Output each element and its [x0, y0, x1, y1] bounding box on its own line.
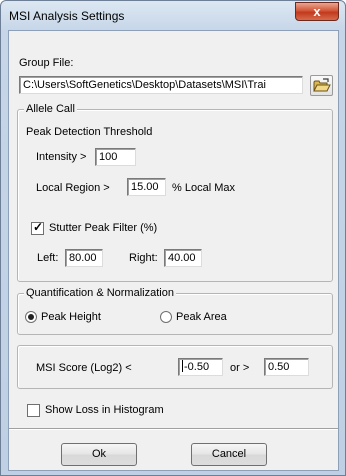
- group-file-label: Group File:: [19, 57, 74, 69]
- local-max-label: % Local Max: [172, 182, 235, 194]
- peak-height-radio[interactable]: [25, 311, 37, 323]
- stutter-left-label: Left:: [37, 252, 59, 264]
- peak-area-label: Peak Area: [176, 311, 227, 323]
- intensity-label: Intensity >: [36, 151, 87, 163]
- stutter-right-label: Right:: [129, 252, 158, 264]
- browse-folder-button[interactable]: [310, 75, 333, 96]
- text-cursor: [182, 360, 183, 372]
- quantification-group: Quantification & Normalization Peak Heig…: [17, 287, 333, 335]
- msi-score-group: MSI Score (Log2) < -0.50 or > 0.50: [17, 345, 333, 389]
- cancel-button[interactable]: Cancel: [191, 443, 267, 466]
- show-loss-checkbox[interactable]: [27, 404, 40, 417]
- msi-score-upper-input[interactable]: 0.50: [264, 358, 309, 376]
- dialog-client-area: Group File: C:\Users\SoftGenetics\Deskto…: [8, 30, 339, 471]
- stutter-left-input[interactable]: 80.00: [65, 249, 103, 267]
- local-region-input[interactable]: 15.00: [127, 178, 166, 196]
- radio-selected-dot: [28, 314, 34, 320]
- stutter-right-input[interactable]: 40.00: [164, 249, 202, 267]
- show-loss-label: Show Loss in Histogram: [45, 404, 164, 416]
- local-region-label: Local Region >: [36, 182, 110, 194]
- msi-score-lower-value: -0.50: [184, 361, 210, 373]
- allele-call-legend: Allele Call: [24, 103, 77, 115]
- peak-height-label: Peak Height: [41, 311, 101, 323]
- folder-open-icon: [313, 78, 331, 92]
- dialog-window: MSI Analysis Settings x Group File: C:\U…: [0, 0, 346, 476]
- stutter-peak-filter-checkbox[interactable]: ✓: [31, 220, 44, 235]
- stutter-peak-filter-label: Stutter Peak Filter (%): [49, 222, 158, 234]
- button-separator: [9, 428, 338, 430]
- window-title: MSI Analysis Settings: [9, 9, 125, 23]
- close-button[interactable]: x: [295, 2, 339, 21]
- msi-score-lower-input[interactable]: -0.50: [178, 358, 223, 376]
- msi-score-or-label: or >: [230, 362, 250, 374]
- close-icon: x: [313, 4, 321, 19]
- group-file-path-field[interactable]: C:\Users\SoftGenetics\Desktop\Datasets\M…: [19, 76, 303, 94]
- allele-call-group: Allele Call Peak Detection Threshold Int…: [17, 103, 333, 282]
- quantification-legend: Quantification & Normalization: [24, 287, 176, 299]
- title-bar[interactable]: MSI Analysis Settings x: [1, 1, 345, 31]
- peak-detection-threshold-label: Peak Detection Threshold: [26, 126, 153, 138]
- peak-area-radio[interactable]: [160, 311, 172, 323]
- intensity-input[interactable]: 100: [95, 148, 136, 166]
- checkmark-icon: ✓: [33, 220, 44, 234]
- ok-button[interactable]: Ok: [61, 443, 137, 466]
- msi-score-label: MSI Score (Log2) <: [36, 362, 132, 374]
